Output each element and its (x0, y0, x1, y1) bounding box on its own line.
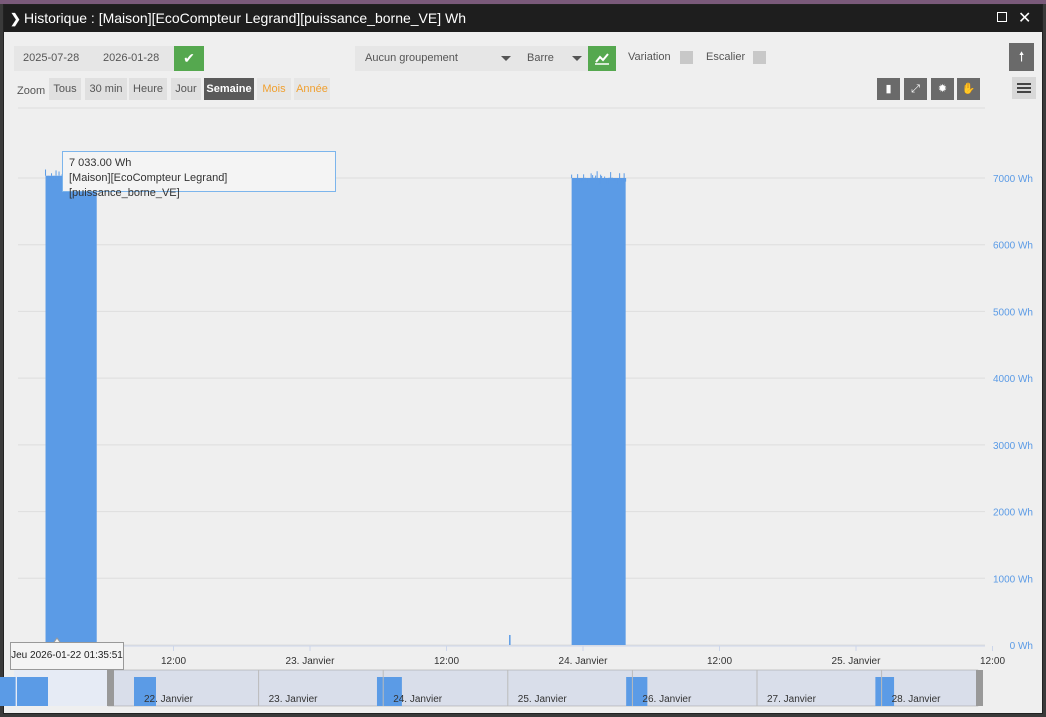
x-tick-label: 12:00 (980, 656, 1005, 667)
y-tick-label: 1000 Wh (993, 574, 1033, 585)
y-tick-label: 5000 Wh (993, 307, 1033, 318)
bar (509, 634, 511, 645)
charging-session (571, 171, 627, 645)
y-tick-label: 7000 Wh (993, 174, 1033, 185)
tooltip-value: 7 033.00 Wh (69, 157, 132, 169)
y-tick-label: 0 Wh (1010, 641, 1033, 652)
y-tick-label: 3000 Wh (993, 441, 1033, 452)
x-crosshair-label: Jeu 2026-01-22 01:35:51 (10, 642, 124, 670)
x-tick-label: 12:00 (434, 656, 459, 667)
x-tick-label: 12:00 (707, 656, 732, 667)
navigator-label: 26. Janvier (642, 694, 692, 705)
charging-session (45, 168, 98, 645)
x-tick-label: 12:00 (161, 656, 186, 667)
point-tooltip: 7 033.00 Wh [Maison][EcoCompteur Legrand… (62, 151, 336, 199)
x-tick-label: 23. Janvier (286, 656, 336, 667)
y-tick-label: 4000 Wh (993, 374, 1033, 385)
navigator-label: 23. Janvier (269, 694, 319, 705)
navigator: 22. Janvier 23. Janvier 24. Janvier 25. Jan… (0, 669, 983, 707)
x-tick-label: 24. Janvier (559, 656, 609, 667)
navigator-bar (0, 677, 16, 706)
x-tick-label: 25. Janvier (832, 656, 882, 667)
y-tick-label: 2000 Wh (993, 508, 1033, 519)
navigator-handle-left (107, 670, 114, 706)
navigator-label: 22. Janvier (144, 694, 194, 705)
navigator-label: 24. Janvier (393, 694, 443, 705)
navigator-label: 28. Janvier (892, 694, 942, 705)
navigator-label: 25. Janvier (518, 694, 568, 705)
y-tick-label: 6000 Wh (993, 241, 1033, 252)
bar (45, 175, 97, 645)
history-chart[interactable]: 0 Wh 1000 Wh 2000 Wh 3000 Wh 4000 Wh 5000 Wh 6… (0, 0, 1046, 717)
navigator-label: 27. Janvier (767, 694, 817, 705)
bar (571, 178, 626, 645)
navigator-handle-right (976, 670, 983, 706)
tooltip-series: [Maison][EcoCompteur Legrand][puissance_… (69, 172, 228, 199)
navigator-bar (17, 677, 48, 706)
